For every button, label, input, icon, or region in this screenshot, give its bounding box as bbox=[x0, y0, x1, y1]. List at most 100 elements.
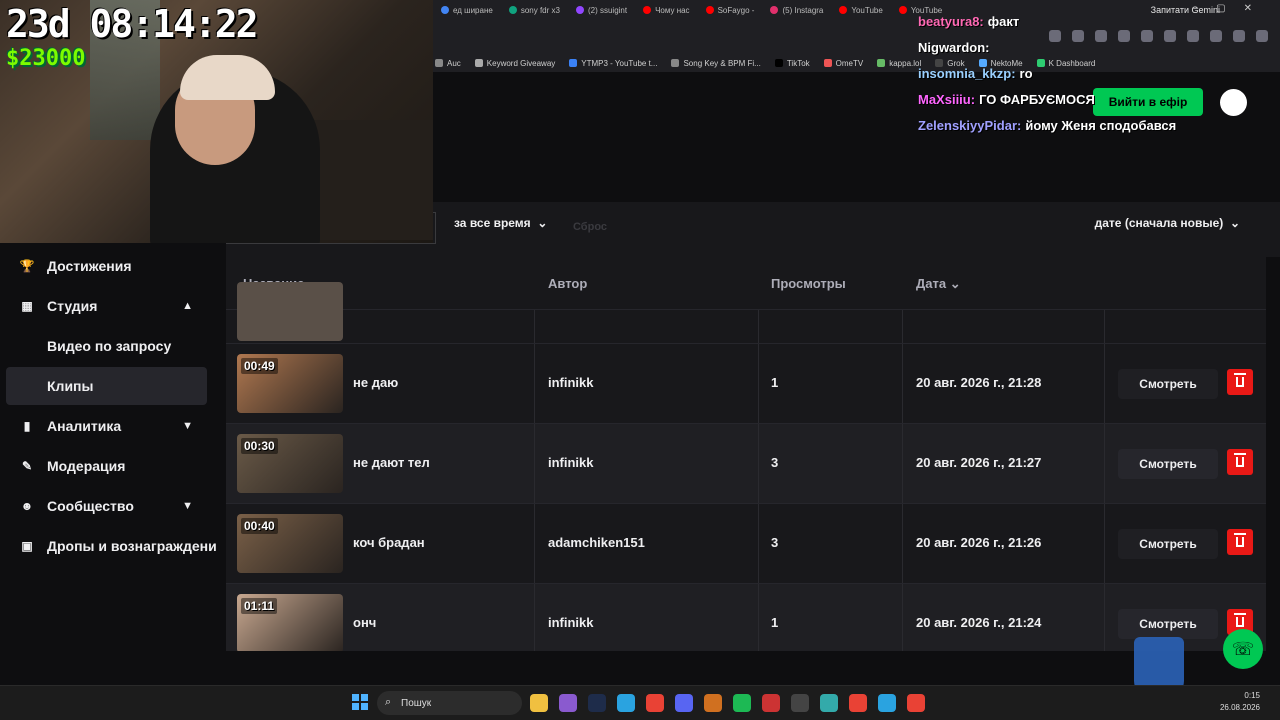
browser-tab[interactable]: YouTube bbox=[831, 0, 890, 20]
bookmark-item[interactable]: kappa.lol bbox=[877, 59, 921, 68]
browser-tab[interactable]: sony fdr x3 bbox=[501, 0, 568, 20]
tab-favicon-icon bbox=[441, 6, 449, 14]
subathon-timer: 23d 08:14:22 bbox=[6, 2, 259, 46]
chrome-icon[interactable] bbox=[849, 694, 867, 712]
watch-button[interactable]: Смотреть bbox=[1118, 609, 1218, 639]
bookmark-item[interactable]: OmeTV bbox=[823, 59, 863, 68]
app-icon[interactable] bbox=[762, 694, 780, 712]
clip-thumbnail[interactable]: 01:11 bbox=[237, 594, 343, 651]
chat-message: Nigwardon: bbox=[918, 40, 994, 55]
clip-views: 1 bbox=[771, 375, 779, 390]
trash-icon bbox=[1234, 613, 1246, 627]
delete-button[interactable] bbox=[1227, 529, 1253, 555]
chat-username[interactable]: Nigwardon: bbox=[918, 40, 990, 55]
chat-username[interactable]: beatyura8: bbox=[918, 14, 984, 29]
app-icon[interactable] bbox=[791, 694, 809, 712]
header-date[interactable]: Дата ⌄ bbox=[916, 276, 961, 292]
bookmark-favicon-icon bbox=[474, 59, 483, 67]
taskbar-search[interactable]: ⌕ Пошук bbox=[377, 691, 522, 715]
tab-label: YouTube bbox=[851, 5, 883, 15]
clip-title[interactable]: онч bbox=[353, 615, 376, 630]
bookmark-favicon-icon bbox=[774, 59, 783, 67]
app-icon[interactable] bbox=[820, 694, 838, 712]
chat-username[interactable]: MaXsiiiu: bbox=[918, 92, 975, 107]
chat-username[interactable]: insomnia_kkzp: bbox=[918, 66, 1016, 81]
header-views[interactable]: Просмотры bbox=[771, 276, 846, 291]
bookmark-item[interactable]: Keyword Giveaway bbox=[474, 58, 556, 68]
photoshop-icon[interactable] bbox=[588, 694, 606, 712]
clip-date: 20 авг. 2026 г., 21:26 bbox=[916, 535, 1042, 550]
browser-tab[interactable]: Чому нас bbox=[635, 0, 697, 20]
folder-icon[interactable] bbox=[530, 694, 548, 712]
tab-label: ед ширане bbox=[453, 5, 493, 15]
app-icon[interactable] bbox=[704, 694, 722, 712]
system-clock[interactable]: 0:15 26.08.2026 bbox=[1220, 690, 1260, 714]
sidebar-item-0[interactable]: 🏆 Достижения bbox=[6, 247, 207, 285]
app-icon[interactable] bbox=[559, 694, 577, 712]
telegram-icon[interactable] bbox=[878, 694, 896, 712]
clip-author[interactable]: infinikk bbox=[548, 375, 594, 390]
delete-button[interactable] bbox=[1227, 449, 1253, 475]
chrome-icon[interactable] bbox=[907, 694, 925, 712]
tab-favicon-icon bbox=[643, 6, 652, 14]
browser-tab[interactable]: ед ширане bbox=[433, 0, 501, 20]
bookmark-favicon-icon bbox=[823, 59, 832, 67]
discord-icon[interactable] bbox=[675, 694, 693, 712]
browser-tab[interactable]: SoFaygo - bbox=[698, 0, 763, 20]
clip-thumbnail[interactable]: 00:40 bbox=[237, 514, 343, 573]
clip-author[interactable]: infinikk bbox=[548, 615, 594, 630]
clip-title[interactable]: не даю bbox=[353, 375, 398, 390]
spotify-icon[interactable] bbox=[733, 694, 751, 712]
clip-views: 3 bbox=[771, 535, 779, 550]
bookmark-item[interactable]: YTMP3 - YouTube t... bbox=[569, 59, 657, 68]
period-label: за все время bbox=[454, 216, 531, 230]
sidebar-item-6[interactable]: ☻ Сообщество ▼ bbox=[6, 487, 207, 525]
clip-title[interactable]: не дают тел bbox=[353, 455, 430, 470]
clip-thumbnail[interactable] bbox=[237, 282, 343, 341]
clip-title[interactable]: коч брадан bbox=[353, 535, 425, 550]
telegram-icon[interactable] bbox=[617, 694, 635, 712]
clip-author[interactable]: infinikk bbox=[548, 455, 594, 470]
table-row: 01:11 онч infinikk 1 20 авг. 2026 г., 21:24 С… bbox=[226, 584, 1266, 651]
bookmark-item[interactable]: TikTok bbox=[774, 59, 810, 68]
reset-button[interactable]: Сброс bbox=[573, 221, 607, 233]
header-author[interactable]: Автор bbox=[548, 276, 587, 291]
bookmark-item[interactable]: Auc bbox=[435, 59, 461, 68]
headset-icon[interactable]: ☏ bbox=[1223, 629, 1263, 669]
windows-start-icon[interactable] bbox=[352, 694, 368, 710]
chrome-icon[interactable] bbox=[646, 694, 664, 712]
taskbar-search-label: Пошук bbox=[401, 697, 432, 709]
chat-text: ГО ФАРБУЄМОСЯ bbox=[979, 92, 1095, 107]
browser-tab[interactable]: (2) ssuigint bbox=[568, 0, 635, 20]
column-divider bbox=[902, 310, 903, 343]
search-icon: ⌕ bbox=[385, 696, 392, 708]
table-row-partial bbox=[226, 282, 1266, 344]
chat-username[interactable]: ZelenskiyyPidar: bbox=[918, 118, 1021, 133]
sidebar-item-2[interactable]: Видео по запросу bbox=[6, 327, 207, 365]
bookmark-label: Keyword Giveaway bbox=[486, 58, 556, 68]
watch-button[interactable]: Смотреть bbox=[1118, 369, 1218, 399]
clip-author[interactable]: adamchiken151 bbox=[548, 535, 645, 550]
sidebar-item-7[interactable]: ▣ Дропы и вознаграждени bbox=[6, 527, 216, 565]
delete-button[interactable] bbox=[1227, 369, 1253, 395]
clip-thumbnail[interactable]: 00:30 bbox=[237, 434, 343, 493]
clip-thumbnail[interactable]: 00:49 bbox=[237, 354, 343, 413]
sort-dropdown[interactable]: дате (сначала новые) ⌄ bbox=[1095, 216, 1240, 230]
watch-button[interactable]: Смотреть bbox=[1118, 529, 1218, 559]
sidebar-item-4[interactable]: ▮ Аналитика ▼ bbox=[6, 407, 207, 445]
bookmark-label: kappa.lol bbox=[889, 58, 922, 68]
clip-views: 3 bbox=[771, 455, 779, 470]
tab-favicon-icon bbox=[575, 6, 584, 14]
chevron-down-icon: ▼ bbox=[182, 420, 193, 432]
sidebar-item-5[interactable]: ✎ Модерация bbox=[6, 447, 207, 485]
period-dropdown[interactable]: за все время ⌄ bbox=[454, 216, 547, 230]
table-row: 00:30 не дают тел infinikk 3 20 авг. 2026 г.… bbox=[226, 424, 1266, 504]
bookmark-favicon-icon bbox=[671, 59, 680, 67]
sidebar-item-3[interactable]: Клипы bbox=[6, 367, 207, 405]
tab-label: Чому нас bbox=[655, 5, 690, 15]
watch-button[interactable]: Смотреть bbox=[1118, 449, 1218, 479]
browser-tab[interactable]: (5) Instagra bbox=[762, 0, 831, 20]
sidebar-item-1[interactable]: ▦ Студия ▲ bbox=[6, 287, 207, 325]
bookmark-item[interactable]: Song Key & BPM Fi... bbox=[671, 59, 761, 68]
trash-icon bbox=[1234, 453, 1246, 467]
